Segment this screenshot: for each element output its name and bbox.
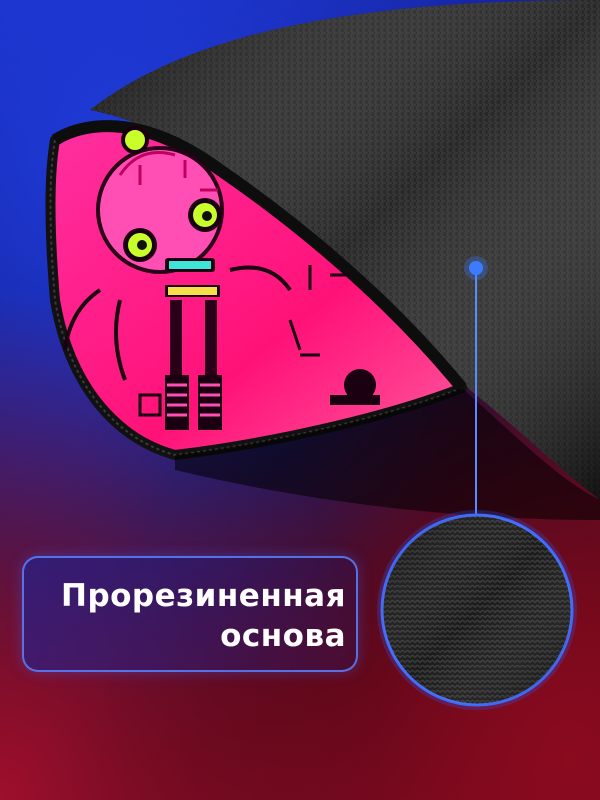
mousepad-illustration (45, 0, 600, 710)
caption-line-2: основа (220, 618, 346, 654)
product-photo: Прорезиненная основа (0, 0, 600, 800)
caption-box: Прорезиненная основа (22, 556, 358, 672)
caption-line-1: Прорезиненная (61, 578, 346, 614)
